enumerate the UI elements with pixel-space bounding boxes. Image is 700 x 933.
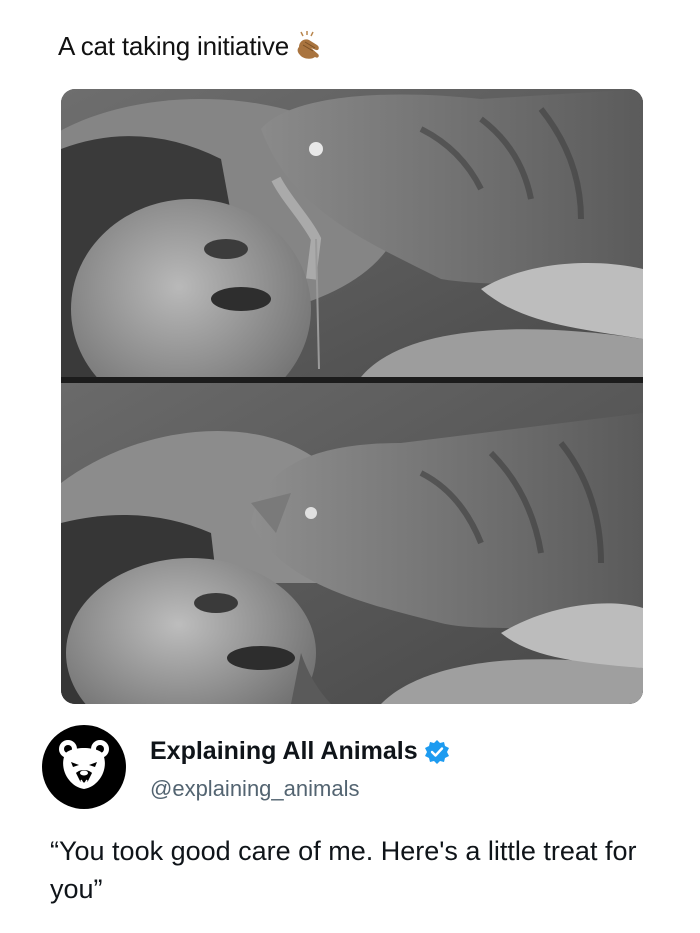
author-profile[interactable]: Explaining All Animals @explaining_anima…: [42, 725, 642, 815]
user-handle[interactable]: @explaining_animals: [150, 776, 359, 802]
post-caption: A cat taking initiative: [58, 30, 289, 61]
verified-badge-icon: [424, 739, 450, 765]
display-name[interactable]: Explaining All Animals: [150, 737, 418, 766]
photo-panel-bottom: [61, 383, 643, 704]
photo-panel-top: [61, 89, 643, 377]
quote-text: “You took good care of me. Here's a litt…: [50, 836, 637, 904]
clapping-hands-icon: [291, 29, 325, 63]
display-name-row: Explaining All Animals: [150, 737, 450, 766]
media-image[interactable]: [61, 89, 643, 704]
bear-icon: [54, 735, 114, 800]
avatar[interactable]: [42, 725, 126, 809]
post-header: A cat taking initiative: [58, 26, 325, 66]
